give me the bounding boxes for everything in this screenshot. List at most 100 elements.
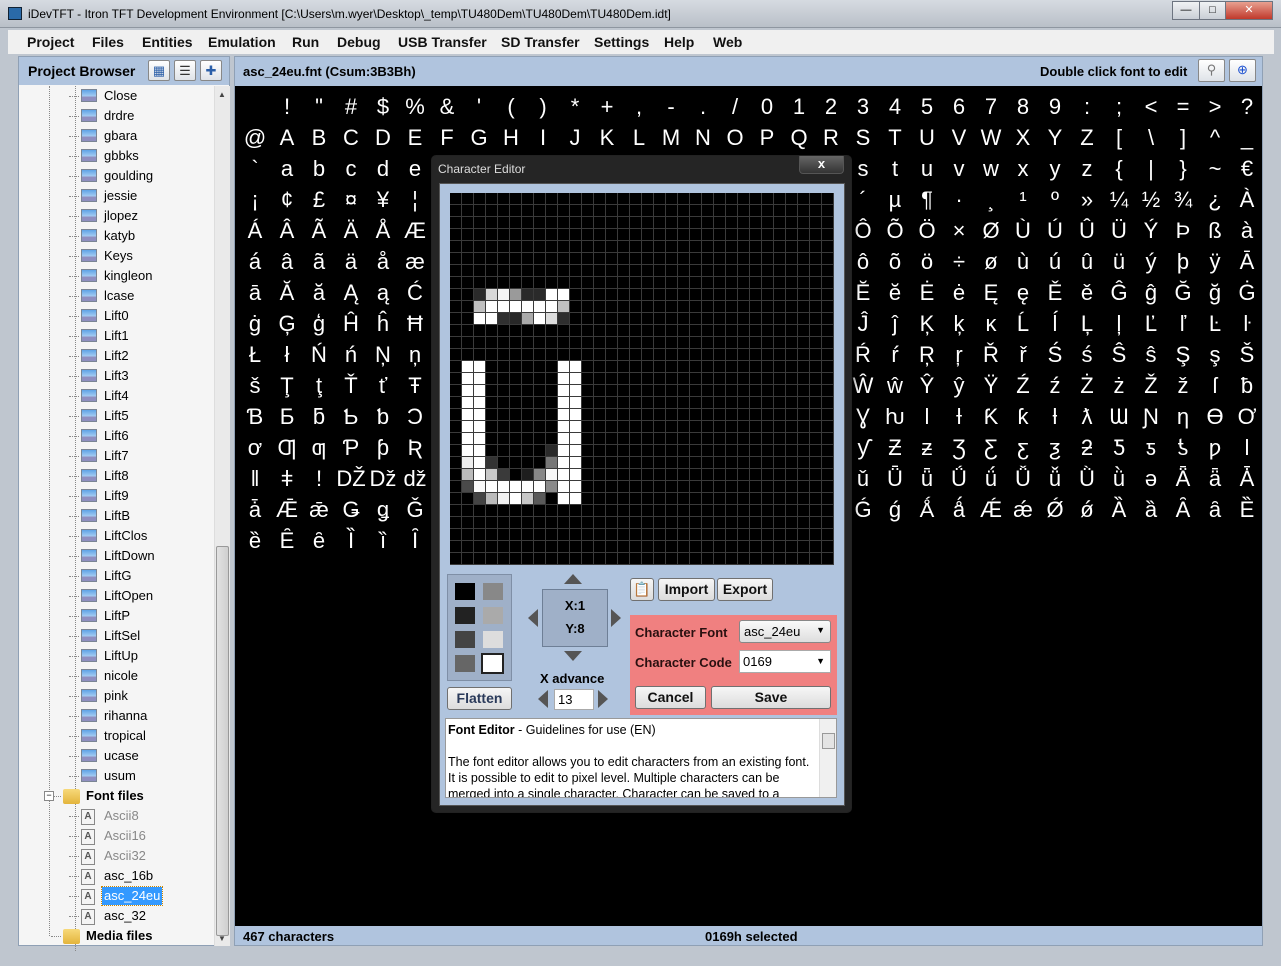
pixel-cell[interactable] bbox=[474, 277, 486, 289]
font-character[interactable]: : bbox=[1071, 93, 1103, 121]
pixel-cell[interactable] bbox=[546, 229, 558, 241]
pixel-cell[interactable] bbox=[582, 217, 594, 229]
pixel-cell[interactable] bbox=[738, 349, 750, 361]
pixel-cell[interactable] bbox=[630, 421, 642, 433]
pixel-cell[interactable] bbox=[486, 289, 498, 301]
pixel-cell[interactable] bbox=[606, 325, 618, 337]
font-character[interactable]: ƛ bbox=[1071, 403, 1103, 431]
pixel-cell[interactable] bbox=[678, 217, 690, 229]
pixel-cell[interactable] bbox=[462, 373, 474, 385]
font-character[interactable]: ŵ bbox=[879, 372, 911, 400]
pixel-cell[interactable] bbox=[462, 445, 474, 457]
pixel-cell[interactable] bbox=[450, 505, 462, 517]
scroll-up-icon[interactable]: ▲ bbox=[218, 90, 226, 99]
pixel-cell[interactable] bbox=[462, 289, 474, 301]
pixel-cell[interactable] bbox=[606, 469, 618, 481]
pixel-cell[interactable] bbox=[642, 277, 654, 289]
pixel-cell[interactable] bbox=[534, 253, 546, 265]
pixel-cell[interactable] bbox=[822, 229, 834, 241]
pixel-cell[interactable] bbox=[450, 445, 462, 457]
pixel-cell[interactable] bbox=[570, 397, 582, 409]
pixel-cell[interactable] bbox=[642, 289, 654, 301]
pixel-cell[interactable] bbox=[690, 517, 702, 529]
pixel-cell[interactable] bbox=[690, 481, 702, 493]
pixel-cell[interactable] bbox=[714, 541, 726, 553]
font-character[interactable]: Ơ bbox=[1231, 403, 1262, 431]
pixel-cell[interactable] bbox=[582, 277, 594, 289]
pixel-cell[interactable] bbox=[522, 289, 534, 301]
pixel-cell[interactable] bbox=[702, 481, 714, 493]
pixel-cell[interactable] bbox=[474, 349, 486, 361]
pixel-cell[interactable] bbox=[702, 469, 714, 481]
pixel-cell[interactable] bbox=[534, 481, 546, 493]
pixel-cell[interactable] bbox=[774, 325, 786, 337]
pixel-cell[interactable] bbox=[474, 325, 486, 337]
pixel-cell[interactable] bbox=[450, 397, 462, 409]
pixel-cell[interactable] bbox=[546, 361, 558, 373]
pixel-cell[interactable] bbox=[750, 229, 762, 241]
pixel-cell[interactable] bbox=[702, 205, 714, 217]
pixel-cell[interactable] bbox=[738, 361, 750, 373]
pixel-cell[interactable] bbox=[786, 445, 798, 457]
pixel-cell[interactable] bbox=[786, 241, 798, 253]
pixel-cell[interactable] bbox=[786, 421, 798, 433]
pixel-cell[interactable] bbox=[486, 361, 498, 373]
font-character[interactable]: Ć bbox=[399, 279, 431, 307]
pixel-cell[interactable] bbox=[462, 397, 474, 409]
pixel-cell[interactable] bbox=[510, 217, 522, 229]
x-advance-decrease-icon[interactable] bbox=[538, 690, 548, 708]
pixel-cell[interactable] bbox=[558, 253, 570, 265]
font-character[interactable]: ý bbox=[1135, 248, 1167, 276]
pixel-cell[interactable] bbox=[822, 337, 834, 349]
pixel-cell[interactable] bbox=[570, 217, 582, 229]
font-character[interactable]: Ł bbox=[239, 341, 271, 369]
pixel-cell[interactable] bbox=[822, 349, 834, 361]
pixel-cell[interactable] bbox=[810, 241, 822, 253]
pixel-cell[interactable] bbox=[810, 205, 822, 217]
pixel-cell[interactable] bbox=[726, 457, 738, 469]
font-character[interactable]: 5 bbox=[911, 93, 943, 121]
font-character[interactable]: ƀ bbox=[1231, 372, 1262, 400]
pixel-cell[interactable] bbox=[714, 193, 726, 205]
pixel-cell[interactable] bbox=[582, 289, 594, 301]
font-character[interactable]: » bbox=[1071, 186, 1103, 214]
pixel-cell[interactable] bbox=[594, 517, 606, 529]
pixel-cell[interactable] bbox=[570, 433, 582, 445]
pixel-cell[interactable] bbox=[798, 289, 810, 301]
font-character[interactable]: Ú bbox=[1039, 217, 1071, 245]
font-character[interactable]: ( bbox=[495, 93, 527, 121]
font-character[interactable]: X bbox=[1007, 124, 1039, 152]
pixel-cell[interactable] bbox=[810, 229, 822, 241]
pixel-cell[interactable] bbox=[702, 301, 714, 313]
pixel-cell[interactable] bbox=[450, 553, 462, 565]
font-character[interactable]: ŀ bbox=[1231, 310, 1262, 338]
pixel-cell[interactable] bbox=[510, 445, 522, 457]
font-character[interactable]: Š bbox=[1231, 341, 1262, 369]
pixel-cell[interactable] bbox=[690, 337, 702, 349]
font-character[interactable]: _ bbox=[1231, 124, 1262, 152]
pixel-cell[interactable] bbox=[558, 385, 570, 397]
pixel-cell[interactable] bbox=[726, 469, 738, 481]
font-character[interactable]: Ġ bbox=[1231, 279, 1262, 307]
font-character[interactable]: ø bbox=[975, 248, 1007, 276]
pixel-cell[interactable] bbox=[606, 541, 618, 553]
font-character[interactable]: Æ bbox=[399, 217, 431, 245]
font-character[interactable]: á bbox=[239, 248, 271, 276]
pixel-cell[interactable] bbox=[738, 277, 750, 289]
pixel-cell[interactable] bbox=[798, 301, 810, 313]
pixel-cell[interactable] bbox=[678, 265, 690, 277]
pixel-cell[interactable] bbox=[474, 205, 486, 217]
pixel-cell[interactable] bbox=[594, 505, 606, 517]
pixel-cell[interactable] bbox=[570, 301, 582, 313]
pixel-cell[interactable] bbox=[678, 469, 690, 481]
pixel-cell[interactable] bbox=[678, 529, 690, 541]
pixel-cell[interactable] bbox=[546, 349, 558, 361]
pixel-cell[interactable] bbox=[606, 301, 618, 313]
pixel-cell[interactable] bbox=[714, 529, 726, 541]
pixel-cell[interactable] bbox=[750, 289, 762, 301]
font-character[interactable]: Û bbox=[1071, 217, 1103, 245]
pixel-cell[interactable] bbox=[822, 277, 834, 289]
pixel-cell[interactable] bbox=[690, 553, 702, 565]
pixel-cell[interactable] bbox=[486, 385, 498, 397]
pixel-cell[interactable] bbox=[762, 265, 774, 277]
